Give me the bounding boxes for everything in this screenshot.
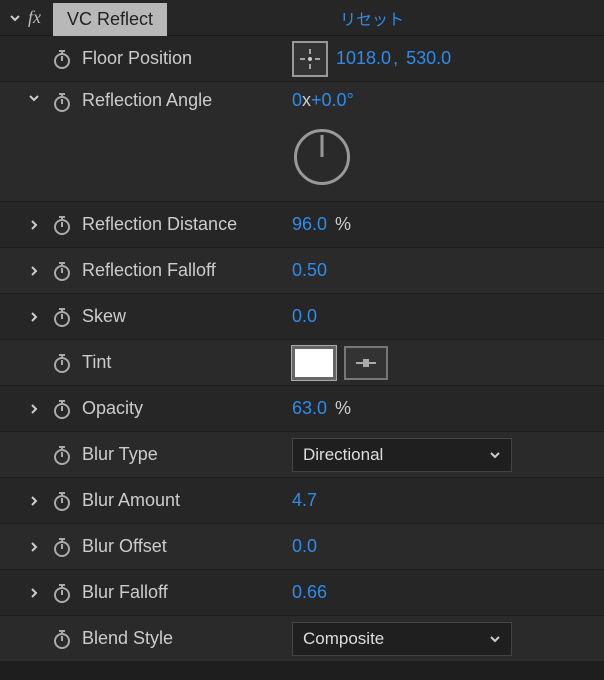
row-floor-position: Floor Position 1018.0,530.0 (0, 36, 604, 82)
row-blur-offset: Blur Offset 0.0 (0, 524, 604, 570)
stopwatch-icon[interactable] (50, 535, 74, 559)
stopwatch-icon[interactable] (50, 581, 74, 605)
chevron-down-icon (489, 633, 501, 645)
row-reflection-distance: Reflection Distance 96.0% (0, 202, 604, 248)
crosshair-button[interactable] (292, 41, 328, 77)
expand-caret[interactable] (26, 309, 42, 325)
row-blend-style: Blend Style Composite (0, 616, 604, 662)
blend-style-dropdown[interactable]: Composite (292, 622, 512, 656)
stopwatch-icon[interactable] (50, 397, 74, 421)
stopwatch-icon[interactable] (50, 213, 74, 237)
row-blur-falloff: Blur Falloff 0.66 (0, 570, 604, 616)
stopwatch-icon[interactable] (50, 90, 74, 114)
effect-header: fx VC Reflect リセット (0, 0, 604, 36)
fx-badge[interactable]: fx (28, 7, 41, 28)
prop-label: Blur Amount (82, 490, 292, 511)
angle-dial[interactable] (294, 129, 350, 185)
stopwatch-icon[interactable] (50, 627, 74, 651)
blur-amount-value[interactable]: 4.7 (292, 490, 317, 511)
dropdown-value: Directional (303, 445, 383, 465)
expand-caret[interactable] (26, 401, 42, 417)
expand-caret[interactable] (26, 585, 42, 601)
stopwatch-icon[interactable] (50, 305, 74, 329)
reflection-distance-value[interactable]: 96.0 (292, 214, 327, 235)
effect-name-tab[interactable]: VC Reflect (53, 3, 167, 36)
prop-label: Blur Falloff (82, 582, 292, 603)
reset-link[interactable]: リセット (340, 6, 404, 30)
prop-label: Tint (82, 352, 292, 373)
stopwatch-icon[interactable] (50, 47, 74, 71)
row-tint: Tint (0, 340, 604, 386)
expand-caret[interactable] (26, 263, 42, 279)
prop-label: Reflection Falloff (82, 260, 292, 281)
row-blur-type: Blur Type Directional (0, 432, 604, 478)
prop-label: Reflection Distance (82, 214, 292, 235)
skew-value[interactable]: 0.0 (292, 306, 317, 327)
prop-label: Blur Type (82, 444, 292, 465)
opacity-value[interactable]: 63.0 (292, 398, 327, 419)
blur-falloff-value[interactable]: 0.66 (292, 582, 327, 603)
dropdown-value: Composite (303, 629, 384, 649)
prop-label: Reflection Angle (82, 90, 292, 111)
floor-x-value[interactable]: 1018.0 (336, 48, 391, 69)
expand-caret[interactable] (26, 217, 42, 233)
stopwatch-icon[interactable] (50, 443, 74, 467)
row-reflection-angle: Reflection Angle 0x+0.0° (0, 82, 604, 202)
prop-label: Blend Style (82, 628, 292, 649)
row-blur-amount: Blur Amount 4.7 (0, 478, 604, 524)
reflection-falloff-value[interactable]: 0.50 (292, 260, 327, 281)
expand-caret[interactable] (26, 539, 42, 555)
prop-label: Opacity (82, 398, 292, 419)
row-reflection-falloff: Reflection Falloff 0.50 (0, 248, 604, 294)
angle-degrees[interactable]: +0.0 (311, 90, 347, 110)
stopwatch-icon[interactable] (50, 489, 74, 513)
angle-revs[interactable]: 0 (292, 90, 302, 110)
floor-y-value[interactable]: 530.0 (406, 48, 451, 69)
chevron-down-icon (489, 449, 501, 461)
row-skew: Skew 0.0 (0, 294, 604, 340)
tint-color-swatch[interactable] (292, 346, 336, 380)
prop-label: Floor Position (82, 48, 292, 69)
prop-label: Blur Offset (82, 536, 292, 557)
collapse-effect-caret[interactable] (6, 9, 24, 27)
blur-type-dropdown[interactable]: Directional (292, 438, 512, 472)
stopwatch-icon[interactable] (50, 259, 74, 283)
blur-offset-value[interactable]: 0.0 (292, 536, 317, 557)
stopwatch-icon[interactable] (50, 351, 74, 375)
eyedropper-button[interactable] (344, 346, 388, 380)
row-opacity: Opacity 63.0% (0, 386, 604, 432)
prop-label: Skew (82, 306, 292, 327)
expand-caret[interactable] (26, 90, 42, 106)
expand-caret[interactable] (26, 493, 42, 509)
